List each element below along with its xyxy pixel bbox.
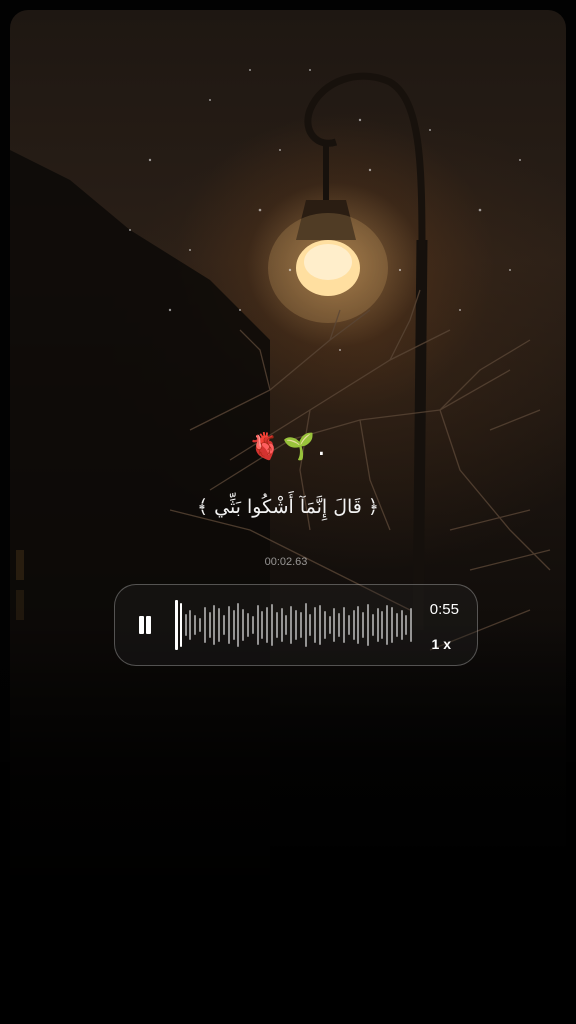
waveform-bar <box>199 618 201 632</box>
pause-button[interactable] <box>133 613 155 639</box>
waveform-bar <box>295 610 297 640</box>
waveform-bar <box>242 609 245 641</box>
waveform-bar <box>194 615 197 635</box>
pause-icon-bar <box>146 616 151 634</box>
waveform-bar <box>376 608 379 642</box>
waveform-bar <box>247 613 249 637</box>
audio-waveform[interactable] <box>175 595 415 655</box>
waveform-bar <box>367 604 369 646</box>
waveform-bar <box>256 605 259 645</box>
waveform-bar <box>386 605 389 645</box>
waveform-bar <box>237 603 240 647</box>
waveform-bar <box>227 606 230 644</box>
waveform-bar <box>280 608 283 642</box>
waveform-bar <box>213 605 216 645</box>
playback-speed-button[interactable]: 1 x <box>432 636 451 652</box>
waveform-bar <box>391 607 393 643</box>
waveform-bar <box>323 611 326 639</box>
waveform-bar <box>338 613 341 637</box>
waveform-bar <box>189 610 192 640</box>
verse-caption: ﴿ قَالَ إِنَّمَآ أَشْكُوا بَثِّي ﴾ <box>196 496 380 518</box>
waveform-bar <box>275 612 278 638</box>
waveform-bar <box>405 615 408 635</box>
waveform-bar <box>319 605 321 645</box>
pause-icon <box>139 616 144 634</box>
waveform-bar <box>371 614 374 636</box>
waveform-bar <box>362 612 365 638</box>
video-screen: 🫀🌱. ﴿ قَالَ إِنَّمَآ أَشْكُوا بَثِّي ﴾ 0… <box>0 0 576 1024</box>
waveform-bar <box>175 600 178 650</box>
waveform-bar <box>304 603 307 647</box>
waveform-bar <box>290 606 293 644</box>
waveform-bar <box>309 614 312 636</box>
waveform-bar <box>285 615 288 635</box>
waveform-bar <box>266 607 269 643</box>
waveform-bar <box>395 613 398 637</box>
waveform-bar <box>223 615 225 635</box>
waveform-bar <box>232 610 235 640</box>
waveform-bar <box>410 608 413 642</box>
waveform-bar <box>203 607 206 643</box>
bottom-fade-overlay <box>0 620 576 1024</box>
waveform-bar <box>352 610 355 640</box>
waveform-bar <box>381 611 384 639</box>
voice-message-player: 0:55 1 x <box>114 584 478 666</box>
waveform-bar <box>357 606 360 644</box>
elapsed-time: 00:02.63 <box>264 556 308 568</box>
waveform-bar <box>333 608 336 642</box>
waveform-bar <box>271 604 273 646</box>
waveform-bar <box>343 607 345 643</box>
waveform-bar <box>184 614 187 636</box>
waveform-bar <box>314 607 317 643</box>
emoji-caption: 🫀🌱. <box>248 432 328 462</box>
total-duration: 0:55 <box>429 601 459 618</box>
waveform-bar <box>251 616 254 634</box>
waveform-bar <box>208 612 211 638</box>
waveform-bar <box>299 612 302 638</box>
waveform-bar <box>218 608 221 642</box>
waveform-bar <box>261 611 264 639</box>
waveform-bar <box>347 615 350 635</box>
waveform-bar <box>179 603 182 647</box>
waveform-bar <box>328 616 331 634</box>
waveform-bar <box>400 610 403 640</box>
